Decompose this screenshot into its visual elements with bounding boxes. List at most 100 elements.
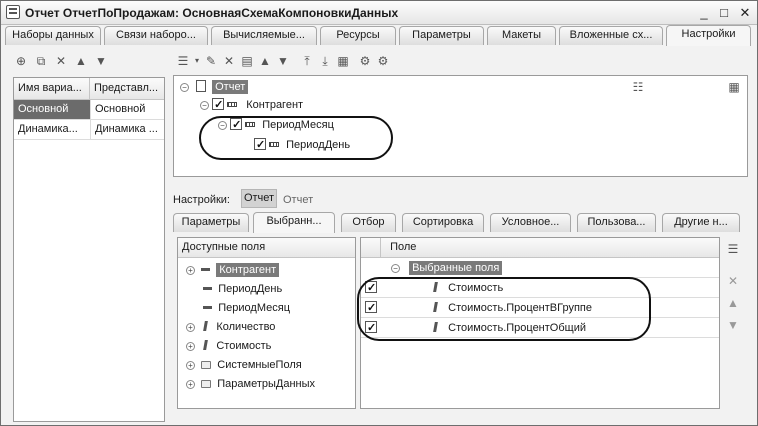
resource-icon: [203, 321, 209, 331]
tab-templates[interactable]: Макеты: [487, 26, 556, 45]
field-checkbox[interactable]: [365, 319, 377, 338]
settings-report-button[interactable]: Отчет: [241, 189, 277, 208]
add-field-icon[interactable]: ☰: [725, 241, 741, 257]
settings-alt-icon[interactable]: ⚙: [375, 53, 391, 69]
delete-icon[interactable]: ✕: [221, 53, 237, 69]
available-field-item[interactable]: + Количество: [186, 318, 275, 337]
delete-icon[interactable]: ✕: [53, 53, 69, 69]
folder-icon: [201, 361, 212, 369]
use-checkbox[interactable]: [230, 116, 243, 135]
close-button[interactable]: ✕: [736, 4, 754, 21]
field-icon: [201, 268, 211, 271]
move-up-icon[interactable]: ▲: [257, 53, 273, 69]
selected-group-row[interactable]: − Выбранные поля: [381, 259, 719, 278]
expand-icon[interactable]: +: [186, 323, 195, 332]
minimize-button[interactable]: _: [695, 4, 713, 21]
expand-icon[interactable]: +: [186, 361, 195, 370]
field-icon: [203, 306, 213, 309]
resource-icon: [433, 302, 438, 312]
structure-tree: − Отчет − Контрагент − ПериодМесяц Перио…: [173, 75, 748, 177]
tab-conditional[interactable]: Условное...: [490, 213, 571, 232]
available-field-item[interactable]: + Контрагент: [186, 261, 280, 280]
selected-field-row[interactable]: Стоимость.ПроцентОбщий: [361, 319, 719, 338]
delete-icon[interactable]: ✕: [725, 273, 741, 289]
collapse-icon[interactable]: −: [218, 121, 227, 130]
available-field-item[interactable]: + СистемныеПоля: [186, 356, 302, 375]
selected-fields-header: Поле: [361, 238, 719, 258]
tab-selected-fields[interactable]: Выбранн...: [253, 212, 335, 233]
properties-icon[interactable]: ▤: [239, 53, 255, 69]
group-up-icon[interactable]: ⤒: [299, 53, 315, 69]
tree-node-period-day[interactable]: ПериодДень: [254, 136, 350, 155]
grouping-icon: [245, 122, 256, 127]
settings-label: Настройки:: [173, 194, 230, 206]
grouping-icon: [227, 102, 238, 107]
variant-presentation-cell[interactable]: Динамика ...: [90, 120, 164, 140]
available-fields-header: Доступные поля: [178, 238, 355, 258]
field-column-header: Поле: [390, 241, 417, 253]
expand-icon[interactable]: +: [186, 266, 195, 275]
move-down-icon[interactable]: ▼: [93, 53, 109, 69]
tab-sort[interactable]: Сортировка: [402, 213, 484, 232]
available-field-item[interactable]: ПериодМесяц: [186, 299, 290, 318]
copy-icon[interactable]: ⧉: [33, 53, 49, 69]
expand-icon[interactable]: +: [186, 342, 195, 351]
available-field-item[interactable]: ПериодДень: [186, 280, 282, 299]
collapse-icon[interactable]: −: [200, 101, 209, 110]
use-checkbox[interactable]: [254, 136, 266, 155]
selected-field-row[interactable]: Стоимость: [361, 279, 719, 298]
node-label: Контрагент: [246, 99, 304, 111]
selected-fields-panel: Поле − Выбранные поля Стоимость Стоимост…: [360, 237, 720, 409]
tab-settings[interactable]: Настройки: [666, 25, 751, 46]
edit-icon[interactable]: ✎: [203, 53, 219, 69]
maximize-button[interactable]: □: [715, 4, 733, 21]
field-checkbox[interactable]: [365, 299, 377, 318]
field-checkbox[interactable]: [365, 279, 377, 298]
selected-field-row[interactable]: Стоимость.ПроцентВГруппе: [361, 299, 719, 318]
tab-parameters[interactable]: Параметры: [399, 26, 484, 45]
group-down-icon[interactable]: ⤓: [317, 53, 333, 69]
tab-other[interactable]: Другие н...: [662, 213, 740, 232]
resource-icon: [433, 282, 438, 292]
col-variant-name[interactable]: Имя вариа...: [14, 78, 90, 100]
resource-icon: [433, 322, 438, 332]
variant-name-cell[interactable]: Основной: [14, 100, 90, 120]
variant-name-cell[interactable]: Динамика...: [14, 120, 90, 140]
table-icon[interactable]: ▦: [335, 53, 351, 69]
tree-node-report[interactable]: − Отчет: [180, 78, 249, 97]
available-field-item[interactable]: + Стоимость: [186, 337, 271, 356]
list-icon[interactable]: ☷: [630, 79, 646, 95]
move-down-icon[interactable]: ▼: [275, 53, 291, 69]
app-icon: [6, 5, 20, 19]
table-settings-icon[interactable]: ▦: [726, 79, 742, 95]
tab-nested[interactable]: Вложенные сх...: [559, 26, 663, 45]
grouping-icon: [269, 142, 280, 147]
tab-resources[interactable]: Ресурсы: [320, 26, 396, 45]
available-field-item[interactable]: + ПараметрыДанных: [186, 375, 315, 394]
window-title: Отчет ОтчетПоПродажам: ОсновнаяСхемаКомп…: [25, 6, 399, 20]
report-icon: [196, 80, 207, 92]
tab-datasets[interactable]: Наборы данных: [5, 26, 101, 45]
tab-calculated[interactable]: Вычисляемые...: [211, 26, 317, 45]
use-checkbox[interactable]: [212, 96, 225, 115]
tab-filter[interactable]: Отбор: [341, 213, 396, 232]
tree-node-contractor[interactable]: − Контрагент: [200, 96, 303, 115]
collapse-icon[interactable]: −: [391, 264, 400, 273]
move-up-icon[interactable]: ▲: [725, 295, 741, 311]
tab-params[interactable]: Параметры: [173, 213, 249, 232]
title-bar: Отчет ОтчетПоПродажам: ОсновнаяСхемаКомп…: [1, 1, 757, 25]
tab-links[interactable]: Связи наборо...: [104, 26, 208, 45]
move-up-icon[interactable]: ▲: [73, 53, 89, 69]
main-tabs: Наборы данных Связи наборо... Вычисляемы…: [5, 25, 753, 46]
variant-presentation-cell[interactable]: Основной: [90, 100, 164, 120]
expand-icon[interactable]: +: [186, 380, 195, 389]
add-icon[interactable]: ⊕: [13, 53, 29, 69]
tab-user[interactable]: Пользова...: [577, 213, 656, 232]
col-presentation[interactable]: Представл...: [90, 78, 164, 100]
variants-table: Имя вариа... Представл... Основной Основ…: [13, 77, 165, 422]
move-down-icon[interactable]: ▼: [725, 317, 741, 333]
designer-window: Отчет ОтчетПоПродажам: ОсновнаяСхемаКомп…: [0, 0, 758, 426]
collapse-icon[interactable]: −: [180, 83, 189, 92]
tree-node-period-month[interactable]: − ПериодМесяц: [218, 116, 334, 135]
settings-icon[interactable]: ⚙: [357, 53, 373, 69]
